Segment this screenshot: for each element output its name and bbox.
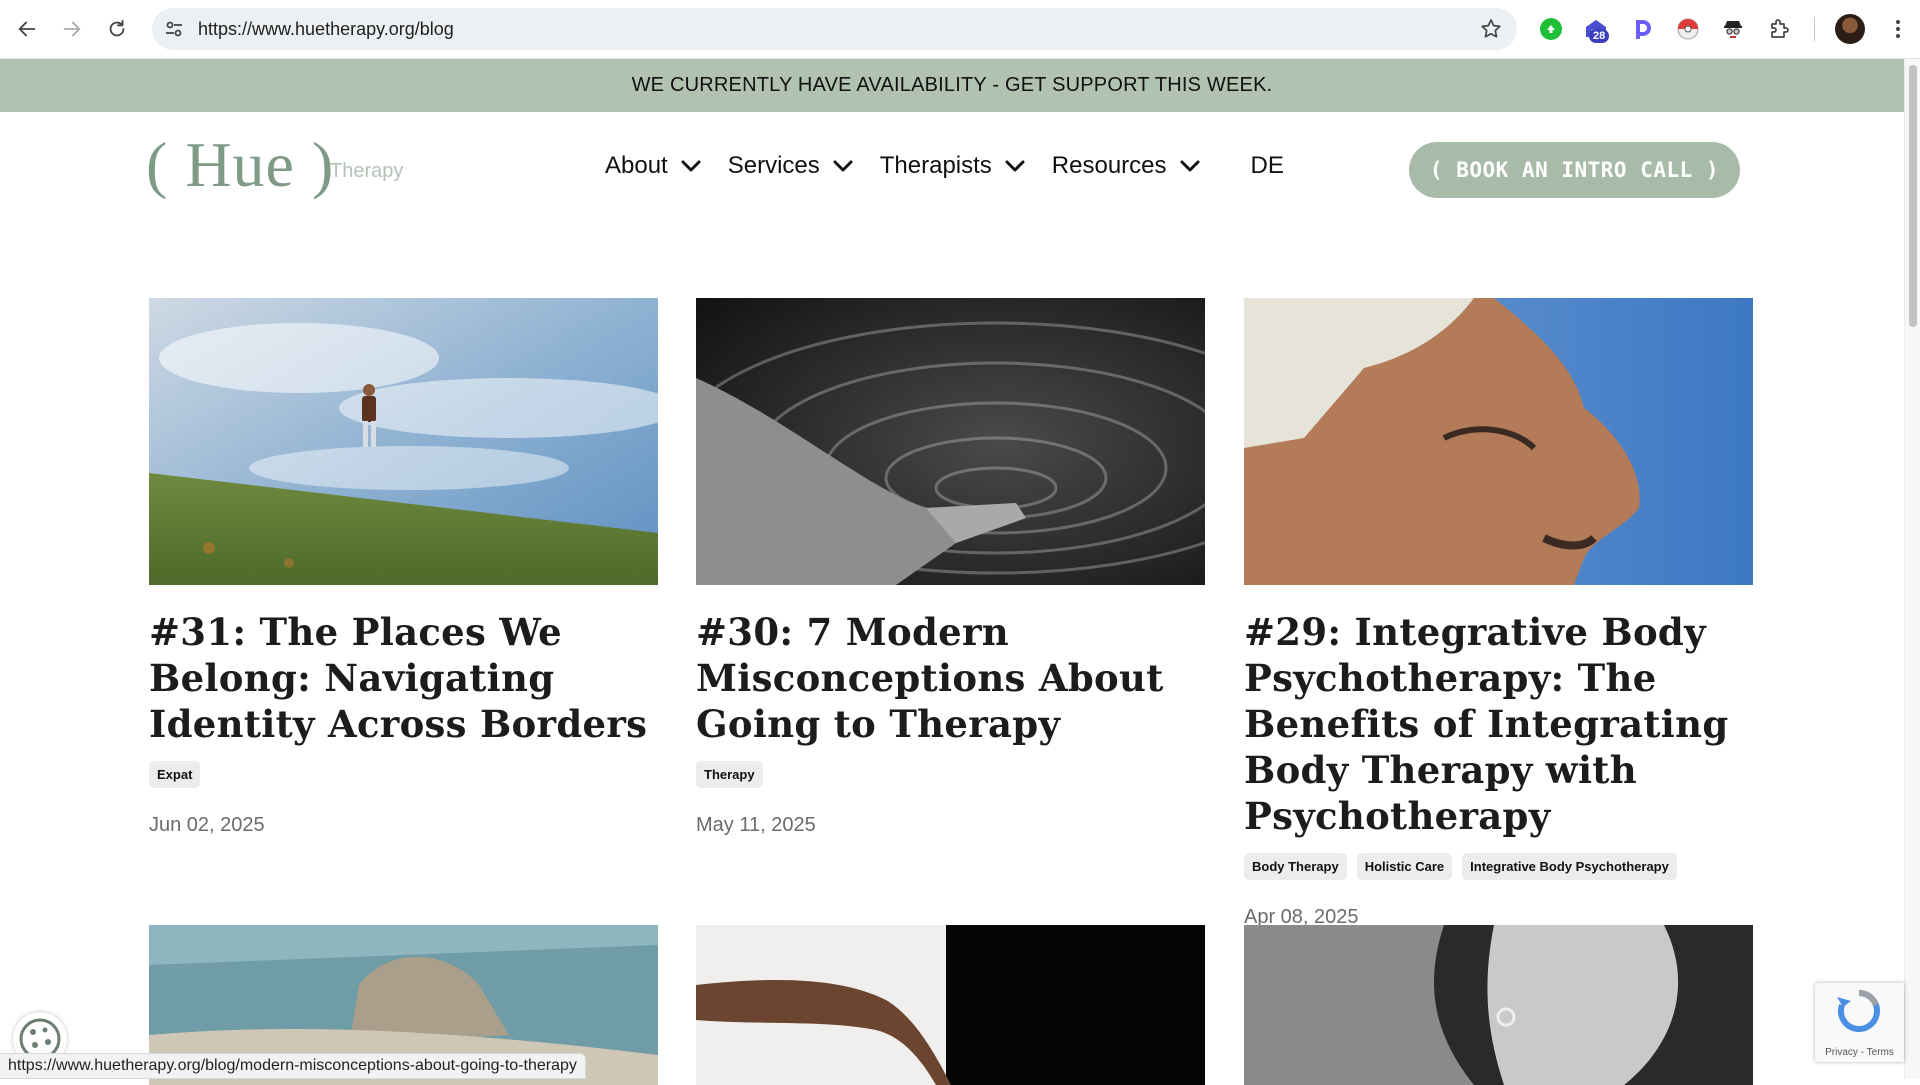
site-settings-icon[interactable] [162,17,186,41]
back-button[interactable] [8,10,46,48]
browser-toolbar: https://www.huetherapy.org/blog 28 [0,0,1920,59]
extension-pokeball-icon[interactable] [1674,15,1702,43]
post-thumbnail-embrace[interactable] [1244,925,1753,1085]
blog-post-card[interactable]: #31: The Places We Belong: Navigating Id… [149,298,658,837]
post-thumbnail-reaching-hand[interactable] [696,925,1205,1085]
nav-services[interactable]: Services [728,152,854,180]
forward-arrow-icon [63,21,81,37]
address-bar[interactable]: https://www.huetherapy.org/blog [152,8,1517,50]
page-scrollbar[interactable] [1904,59,1920,1079]
recaptcha-links[interactable]: Privacy - Terms [1815,1047,1904,1058]
browser-menu-icon[interactable] [1883,14,1913,44]
chevron-down-icon [681,160,701,172]
post-title[interactable]: #31: The Places We Belong: Navigating Id… [149,609,658,747]
availability-banner[interactable]: WE CURRENTLY HAVE AVAILABILITY - GET SUP… [0,59,1904,112]
forward-button[interactable] [53,10,91,48]
toolbar-divider [1814,17,1815,41]
chevron-down-icon [1005,160,1025,172]
extensions-puzzle-icon[interactable] [1765,15,1793,43]
chevron-down-icon [1180,160,1200,172]
main-navigation: About Services Therapists Resources DE [605,152,1284,180]
post-thumbnail-face-profile[interactable] [1244,298,1753,585]
scrollbar-thumb[interactable] [1909,65,1917,327]
nav-about-label[interactable]: About [605,152,668,180]
language-switch[interactable]: DE [1251,152,1284,180]
bookmark-star-icon[interactable] [1479,17,1503,41]
recaptcha-icon [1837,989,1880,1032]
extension-green-icon[interactable] [1537,15,1565,43]
banner-text[interactable]: WE CURRENTLY HAVE AVAILABILITY - GET SUP… [632,74,1273,97]
post-tags: Expat [149,761,658,788]
url-text[interactable]: https://www.huetherapy.org/blog [198,19,454,40]
blog-post-card[interactable]: #29: Integrative Body Psychotherapy: The… [1244,298,1753,929]
link-status-bar: https://www.huetherapy.org/blog/modern-m… [0,1053,586,1079]
post-title[interactable]: #30: 7 Modern Misconceptions About Going… [696,609,1205,747]
post-thumbnail-water-ripples[interactable] [696,298,1205,585]
site-logo[interactable]: ( Hue ) [146,128,334,202]
back-arrow-icon [18,21,36,37]
post-tag[interactable]: Expat [149,761,201,788]
extension-d-icon[interactable] [1629,15,1657,43]
nav-therapists-label[interactable]: Therapists [880,152,992,180]
post-date: May 11, 2025 [696,814,816,836]
book-intro-call-button[interactable]: ( BOOK AN INTRO CALL ) [1409,142,1740,198]
extension-spy-icon[interactable] [1719,15,1747,43]
extension-badge: 28 [1589,29,1610,43]
post-thumbnail-hillside[interactable] [149,298,658,585]
post-tags: Body Therapy Holistic Care Integrative B… [1244,853,1753,880]
nav-services-label[interactable]: Services [728,152,820,180]
post-tag[interactable]: Body Therapy [1244,853,1347,880]
nav-resources-label[interactable]: Resources [1052,152,1167,180]
post-tag[interactable]: Integrative Body Psychotherapy [1462,853,1677,880]
post-date: Jun 02, 2025 [149,814,265,836]
post-tag[interactable]: Holistic Care [1356,853,1453,880]
nav-resources[interactable]: Resources [1052,152,1201,180]
post-tag[interactable]: Therapy [696,761,763,788]
profile-avatar[interactable] [1835,14,1865,44]
chevron-down-icon [833,160,853,172]
reload-icon [109,19,125,37]
site-logo-subtitle[interactable]: Therapy [330,160,403,183]
reload-button[interactable] [98,10,136,48]
blog-post-card[interactable]: #30: 7 Modern Misconceptions About Going… [696,298,1205,837]
post-tags: Therapy [696,761,1205,788]
nav-about[interactable]: About [605,152,702,180]
post-title[interactable]: #29: Integrative Body Psychotherapy: The… [1244,609,1753,839]
nav-therapists[interactable]: Therapists [880,152,1026,180]
recaptcha-badge[interactable]: Privacy - Terms [1815,983,1904,1062]
